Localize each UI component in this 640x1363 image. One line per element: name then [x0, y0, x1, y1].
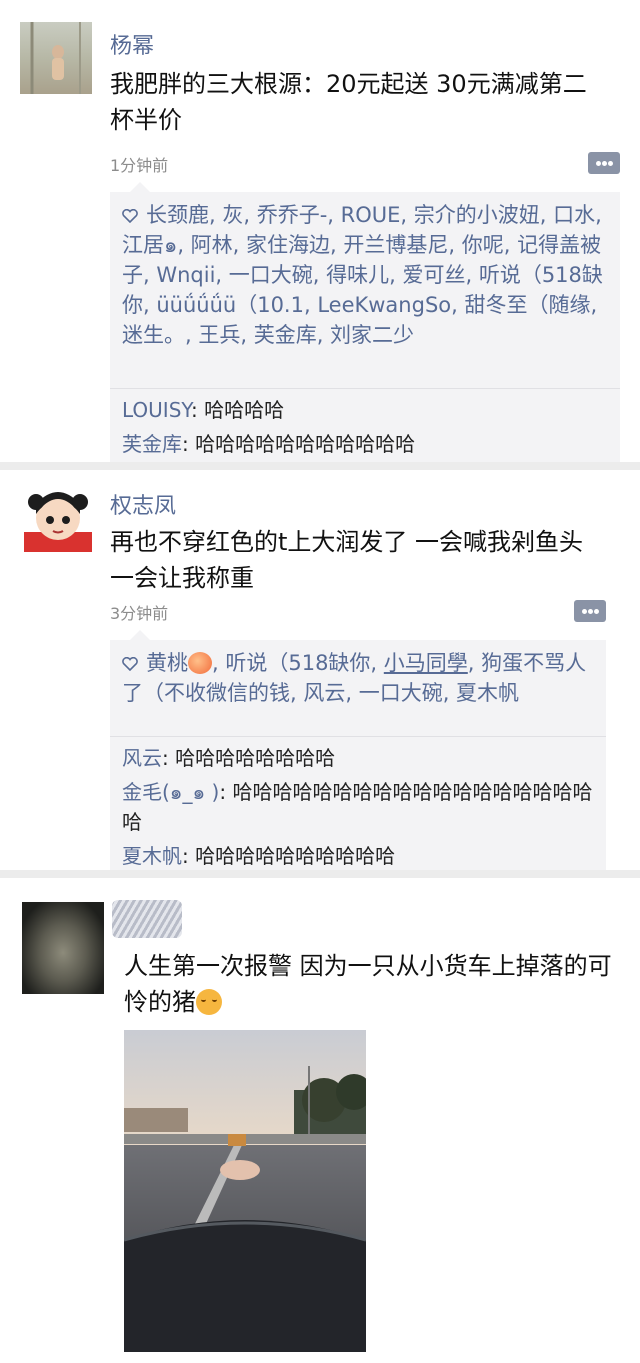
- post-text: 人生第一次报警 因为一只从小货车上掉落的可怜的猪: [124, 952, 612, 1016]
- comment-row[interactable]: 芙金库: 哈哈哈哈哈哈哈哈哈哈哈: [122, 429, 608, 459]
- comment-author[interactable]: 金毛(๑_๑ ): [122, 780, 219, 804]
- comment-icon[interactable]: [588, 152, 620, 174]
- avatar[interactable]: [20, 22, 92, 94]
- likes-names[interactable]: 长颈鹿, 灰, 乔乔子-, ROUE, 宗介的小波妞, 口水, 江居๑, 阿林,…: [122, 203, 603, 347]
- comment-text: 哈哈哈哈哈哈哈哈哈哈哈: [195, 432, 416, 456]
- poster-name[interactable]: 权志凤: [110, 488, 176, 520]
- post-time: 1分钟前: [110, 156, 169, 175]
- comment-icon[interactable]: [574, 600, 606, 622]
- post-divider: [0, 870, 640, 878]
- comments-list: 风云: 哈哈哈哈哈哈哈哈 金毛(๑_๑ ): 哈哈哈哈哈哈哈哈哈哈哈哈哈哈哈哈哈…: [110, 736, 606, 870]
- likes-list: 黄桃, 听说（518缺你, 小马同學, 狗蛋不骂人了（不收微信的钱, 风云, 一…: [110, 640, 606, 736]
- laughing-crying-emoji-icon: [196, 989, 222, 1015]
- heart-icon: [122, 657, 138, 671]
- post-time: 3分钟前: [110, 604, 169, 623]
- avatar-figure-icon: [30, 22, 81, 94]
- comment-author[interactable]: 夏木帆: [122, 844, 182, 868]
- avatar-blurred[interactable]: [22, 902, 104, 994]
- likes-list: 长颈鹿, 灰, 乔乔子-, ROUE, 宗介的小波妞, 口水, 江居๑, 阿林,…: [110, 192, 620, 388]
- moment-post-1: 杨幂 我肥胖的三大根源：20元起送 30元满减第二杯半价 1分钟前 长颈鹿, 灰…: [0, 0, 640, 462]
- comment-author[interactable]: LOUISY: [122, 398, 191, 422]
- avatar[interactable]: [24, 484, 92, 552]
- likes-arrow: [130, 182, 150, 192]
- comment-text: 哈哈哈哈哈哈哈哈哈哈: [195, 844, 396, 868]
- peach-icon: [188, 652, 212, 674]
- comment-row[interactable]: 夏木帆: 哈哈哈哈哈哈哈哈哈哈: [122, 841, 594, 870]
- post-text: 再也不穿红色的t上大润发了 一会喊我剁鱼头 一会让我称重: [110, 528, 584, 592]
- comment-author[interactable]: 芙金库: [122, 432, 182, 456]
- post-divider: [0, 462, 640, 470]
- avatar-cartoon-girl-icon: [24, 492, 92, 552]
- comment-text: 哈哈哈哈哈哈哈哈: [175, 746, 336, 770]
- likes-arrow: [130, 630, 150, 640]
- comment-row[interactable]: 风云: 哈哈哈哈哈哈哈哈: [122, 743, 594, 773]
- highway-pig-photo: [124, 1030, 366, 1352]
- heart-icon: [122, 209, 138, 223]
- comment-author[interactable]: 风云: [122, 746, 162, 770]
- post-photo[interactable]: [124, 1030, 366, 1352]
- comment-row[interactable]: LOUISY: 哈哈哈哈: [122, 395, 608, 425]
- comments-list: LOUISY: 哈哈哈哈 芙金库: 哈哈哈哈哈哈哈哈哈哈哈: [110, 388, 620, 462]
- liker-name[interactable]: 黄桃: [146, 651, 188, 675]
- post-text: 我肥胖的三大根源：20元起送 30元满减第二杯半价: [110, 70, 587, 134]
- poster-name[interactable]: 杨幂: [110, 28, 154, 60]
- comment-row[interactable]: 金毛(๑_๑ ): 哈哈哈哈哈哈哈哈哈哈哈哈哈哈哈哈哈哈哈: [122, 777, 594, 837]
- poster-name-scribbled[interactable]: [112, 900, 182, 938]
- liker-name-underlined[interactable]: 小马同學: [384, 651, 468, 675]
- moment-post-2: 权志凤 再也不穿红色的t上大润发了 一会喊我剁鱼头 一会让我称重 3分钟前 黄桃…: [0, 470, 640, 870]
- comment-text: 哈哈哈哈: [204, 398, 285, 422]
